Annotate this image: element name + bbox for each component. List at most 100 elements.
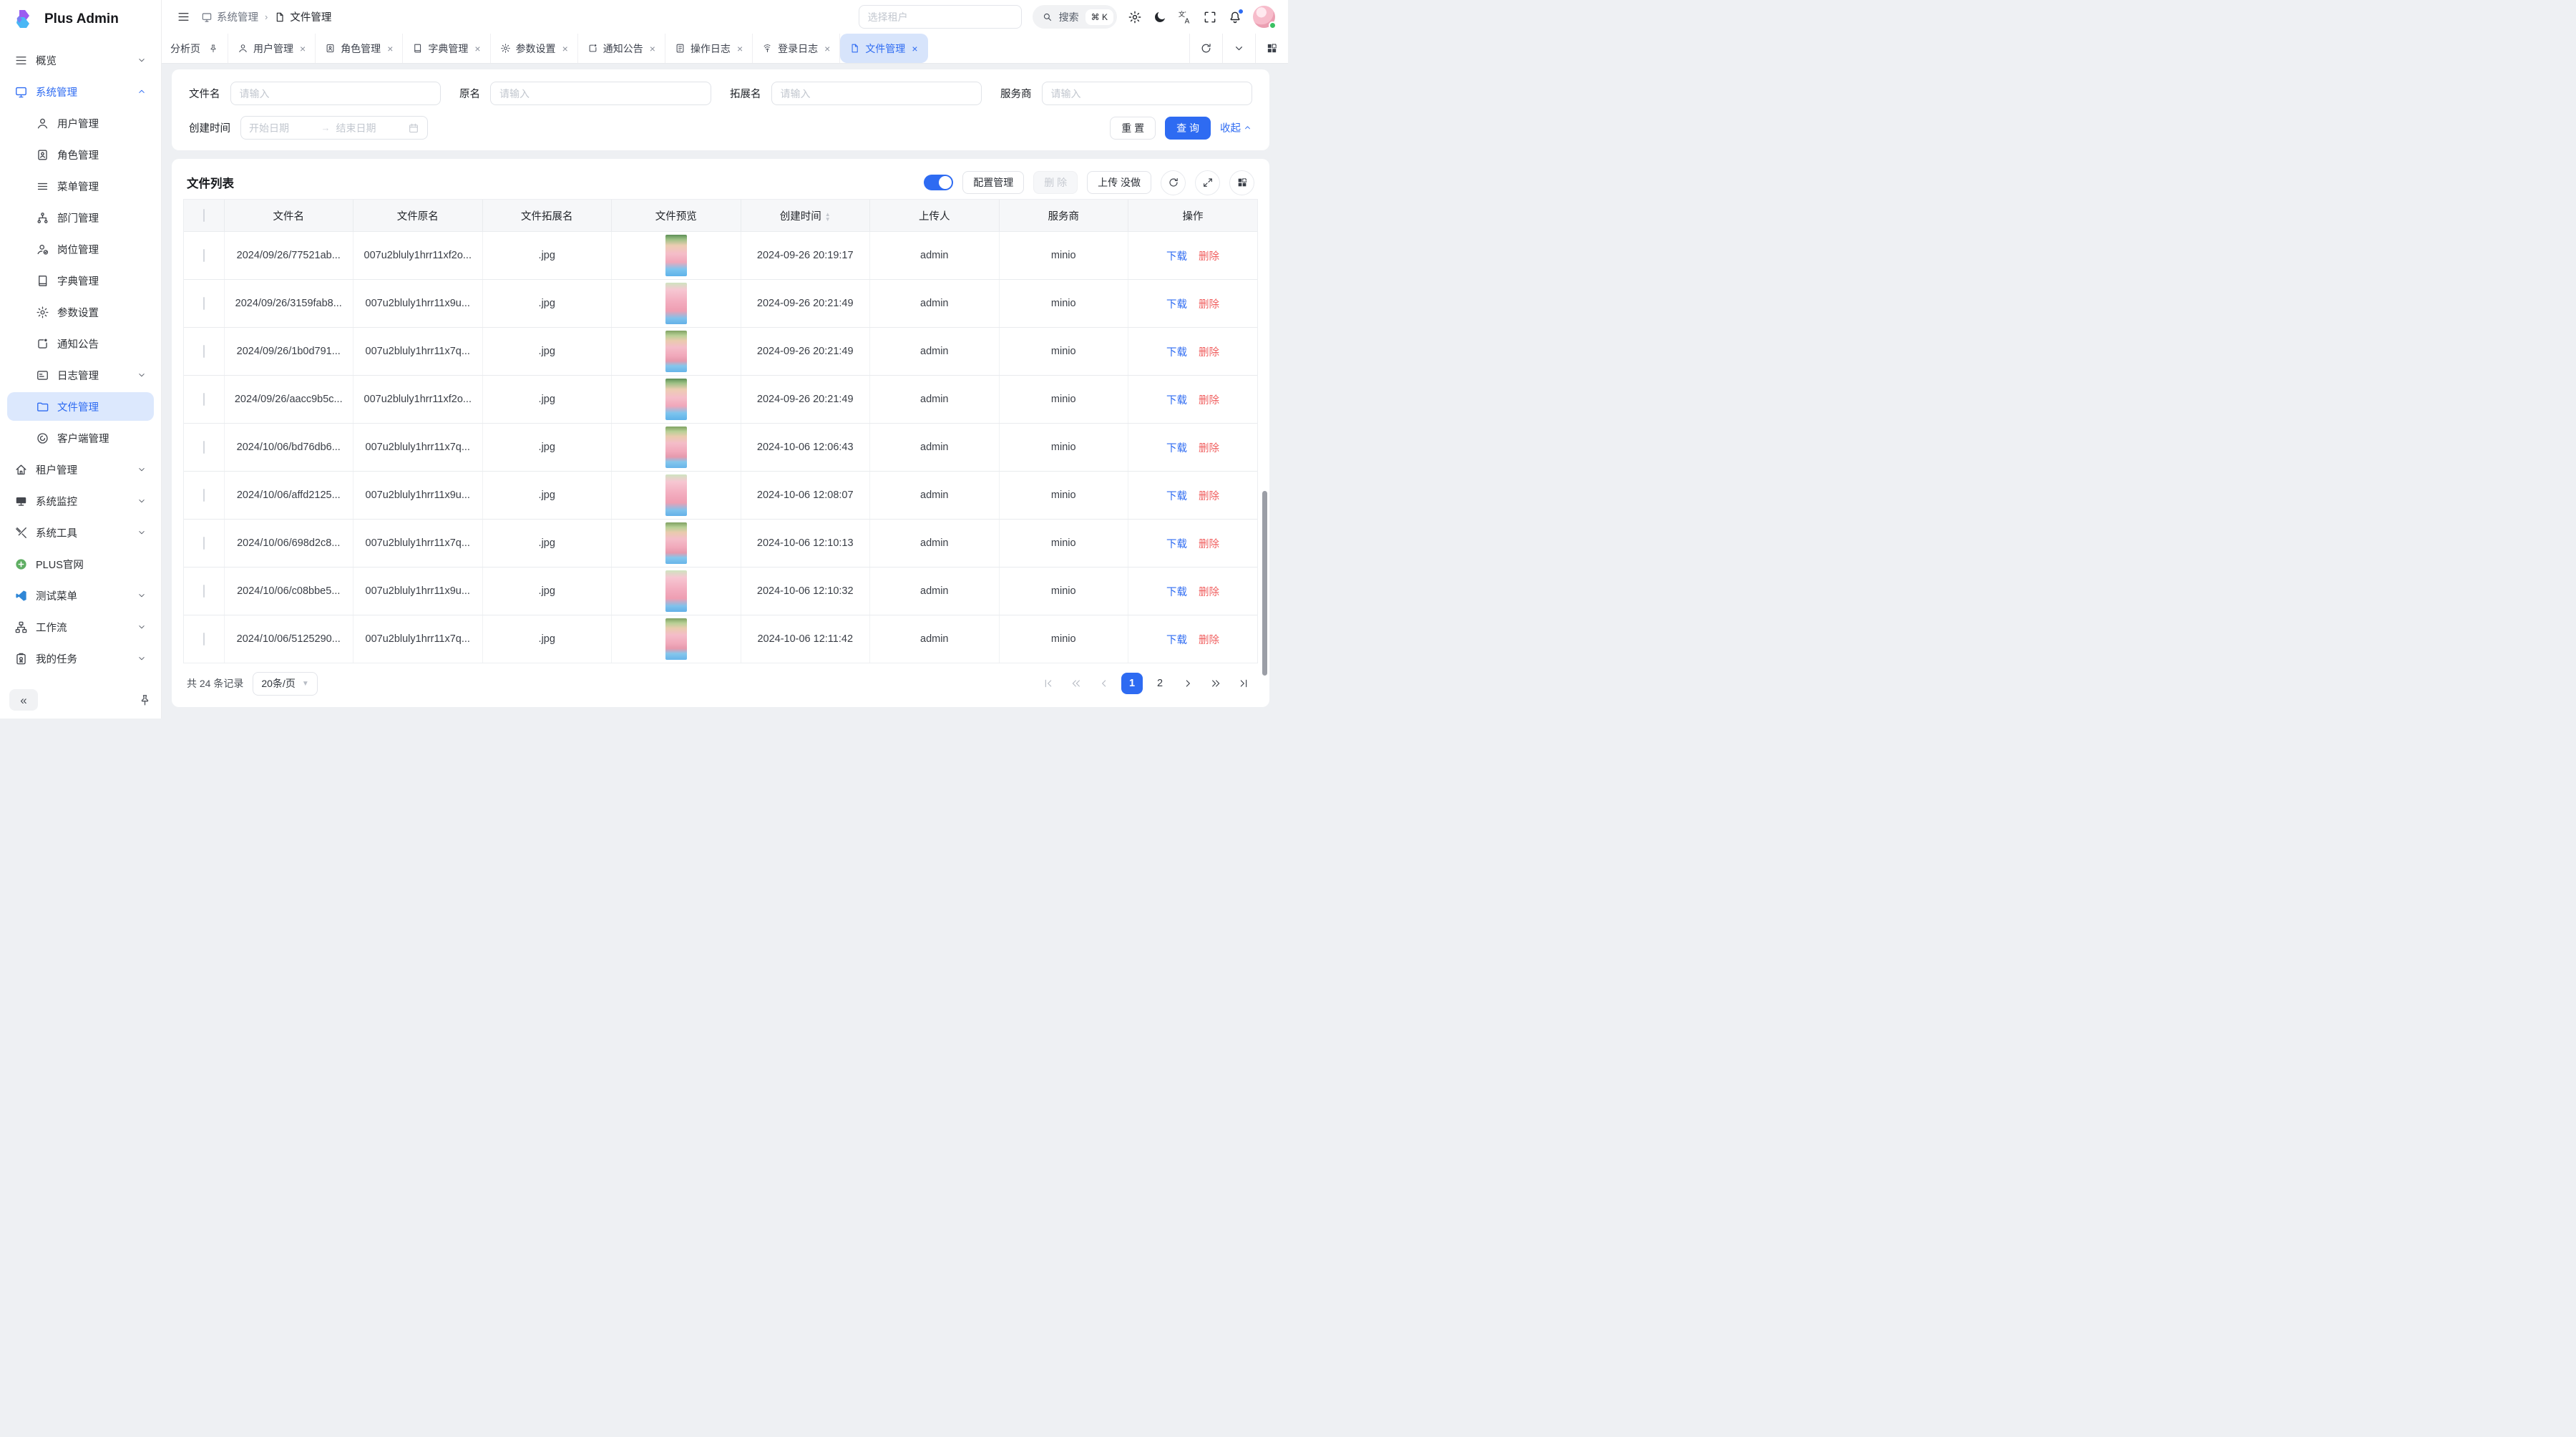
sidebar-item-file-management[interactable]: 文件管理 xyxy=(7,392,154,421)
download-link[interactable]: 下载 xyxy=(1166,635,1187,646)
file-name-input[interactable] xyxy=(230,82,441,105)
download-link[interactable]: 下载 xyxy=(1166,251,1187,263)
file-preview-thumbnail[interactable] xyxy=(665,427,687,468)
extension-input[interactable] xyxy=(771,82,982,105)
sidebar-item-client-management[interactable]: 客户端管理 xyxy=(7,424,154,452)
download-link[interactable]: 下载 xyxy=(1166,587,1187,598)
table-columns-button[interactable] xyxy=(1229,170,1254,195)
hamburger-menu-icon[interactable] xyxy=(177,10,190,24)
delete-link[interactable]: 删除 xyxy=(1199,443,1219,454)
tab-param-settings[interactable]: 参数设置× xyxy=(491,34,578,63)
sidebar-item-dict-management[interactable]: 字典管理 xyxy=(7,266,154,295)
select-all-checkbox[interactable] xyxy=(203,209,205,222)
sidebar-item-workflow[interactable]: 工作流 xyxy=(7,613,154,641)
dark-mode-moon-icon[interactable] xyxy=(1153,10,1167,24)
row-checkbox[interactable] xyxy=(203,489,205,502)
fullscreen-icon[interactable] xyxy=(1203,10,1217,24)
row-checkbox[interactable] xyxy=(203,441,205,454)
delete-link[interactable]: 删除 xyxy=(1199,251,1219,263)
sidebar-item-system-management[interactable]: 系统管理 xyxy=(7,77,154,106)
delete-link[interactable]: 删除 xyxy=(1199,491,1219,502)
original-name-input[interactable] xyxy=(490,82,711,105)
file-preview-thumbnail[interactable] xyxy=(665,570,687,612)
row-checkbox[interactable] xyxy=(203,537,205,550)
tab-menu-chevron[interactable] xyxy=(1222,34,1255,63)
sidebar-item-role-management[interactable]: 角色管理 xyxy=(7,140,154,169)
sidebar-item-menu-management[interactable]: 菜单管理 xyxy=(7,172,154,200)
next-5-pages-button[interactable] xyxy=(1205,673,1226,694)
user-avatar[interactable] xyxy=(1253,6,1275,28)
tab-close-icon[interactable]: × xyxy=(474,43,480,54)
breadcrumb-item-file-management[interactable]: 文件管理 xyxy=(274,9,331,24)
search-button[interactable]: 查 询 xyxy=(1165,117,1211,140)
sidebar-item-overview[interactable]: 概览 xyxy=(7,46,154,74)
page-size-select[interactable]: 20条/页 ▼ xyxy=(253,672,317,696)
delete-link[interactable]: 删除 xyxy=(1199,395,1219,406)
file-preview-thumbnail[interactable] xyxy=(665,235,687,276)
sidebar-collapse-button[interactable]: « xyxy=(9,689,38,711)
tab-dict-management[interactable]: 字典管理× xyxy=(403,34,490,63)
file-preview-thumbnail[interactable] xyxy=(665,283,687,324)
sidebar-item-test-menu[interactable]: 测试菜单 xyxy=(7,581,154,610)
row-checkbox[interactable] xyxy=(203,297,205,310)
sidebar-item-dept-management[interactable]: 部门管理 xyxy=(7,203,154,232)
delete-link[interactable]: 删除 xyxy=(1199,299,1219,311)
tab-close-icon[interactable]: × xyxy=(650,43,655,54)
row-checkbox[interactable] xyxy=(203,249,205,262)
file-preview-thumbnail[interactable] xyxy=(665,474,687,516)
download-link[interactable]: 下载 xyxy=(1166,491,1187,502)
global-search[interactable]: 搜索 ⌘ K xyxy=(1033,5,1117,29)
tab-close-icon[interactable]: × xyxy=(912,43,917,54)
sidebar-item-user-management[interactable]: 用户管理 xyxy=(7,109,154,137)
last-page-button[interactable] xyxy=(1233,673,1254,694)
sidebar-item-post-management[interactable]: 岗位管理 xyxy=(7,235,154,263)
file-preview-thumbnail[interactable] xyxy=(665,522,687,564)
table-scrollbar-thumb[interactable] xyxy=(1262,491,1267,676)
page-2-button[interactable]: 2 xyxy=(1149,673,1171,694)
tab-close-icon[interactable]: × xyxy=(824,43,830,54)
delete-link[interactable]: 删除 xyxy=(1199,587,1219,598)
sidebar-item-system-monitor[interactable]: 系统监控 xyxy=(7,487,154,515)
sort-carets-icon[interactable]: ▲▼ xyxy=(825,212,831,222)
file-preview-thumbnail[interactable] xyxy=(665,379,687,420)
table-refresh-button[interactable] xyxy=(1161,170,1186,195)
pin-icon[interactable] xyxy=(138,693,152,707)
delete-link[interactable]: 删除 xyxy=(1199,539,1219,550)
provider-input[interactable] xyxy=(1042,82,1253,105)
download-link[interactable]: 下载 xyxy=(1166,395,1187,406)
collapse-filters-link[interactable]: 收起 xyxy=(1220,120,1252,135)
refresh-tab-icon[interactable] xyxy=(1189,34,1222,63)
row-checkbox[interactable] xyxy=(203,345,205,358)
download-link[interactable]: 下载 xyxy=(1166,347,1187,359)
row-checkbox[interactable] xyxy=(203,585,205,598)
translate-icon[interactable]: 文A xyxy=(1178,10,1192,24)
tab-analysis-page[interactable]: 分析页 xyxy=(161,34,228,63)
table-fullscreen-button[interactable] xyxy=(1195,170,1220,195)
sidebar-item-plus-website[interactable]: PLUS官网 xyxy=(7,550,154,578)
file-preview-thumbnail[interactable] xyxy=(665,618,687,660)
tab-user-management[interactable]: 用户管理× xyxy=(228,34,316,63)
row-checkbox[interactable] xyxy=(203,393,205,406)
tab-close-icon[interactable]: × xyxy=(737,43,743,54)
tab-notice-announcement[interactable]: 通知公告× xyxy=(578,34,665,63)
delete-link[interactable]: 删除 xyxy=(1199,635,1219,646)
breadcrumb-item-system-management[interactable]: 系统管理 xyxy=(201,9,258,24)
sidebar-item-tenant-management[interactable]: 租户管理 xyxy=(7,455,154,484)
download-link[interactable]: 下载 xyxy=(1166,443,1187,454)
sidebar-item-log-management[interactable]: 日志管理 xyxy=(7,361,154,389)
tenant-select-input[interactable] xyxy=(859,5,1022,29)
download-link[interactable]: 下载 xyxy=(1166,299,1187,311)
tab-role-management[interactable]: 角色管理× xyxy=(316,34,403,63)
tab-operation-log[interactable]: 操作日志× xyxy=(665,34,753,63)
sidebar-item-gitee-record[interactable]: gitee记录 xyxy=(7,676,154,681)
file-preview-thumbnail[interactable] xyxy=(665,331,687,372)
sidebar-item-notice-announcement[interactable]: 通知公告 xyxy=(7,329,154,358)
reset-button[interactable]: 重 置 xyxy=(1110,117,1156,140)
sidebar-item-system-tools[interactable]: 系统工具 xyxy=(7,518,154,547)
search-toggle-switch[interactable] xyxy=(924,175,953,190)
tab-close-icon[interactable]: × xyxy=(300,43,306,54)
config-management-button[interactable]: 配置管理 xyxy=(962,171,1024,194)
tab-close-icon[interactable]: × xyxy=(387,43,393,54)
delete-link[interactable]: 删除 xyxy=(1199,347,1219,359)
tab-file-management[interactable]: 文件管理× xyxy=(840,34,927,63)
